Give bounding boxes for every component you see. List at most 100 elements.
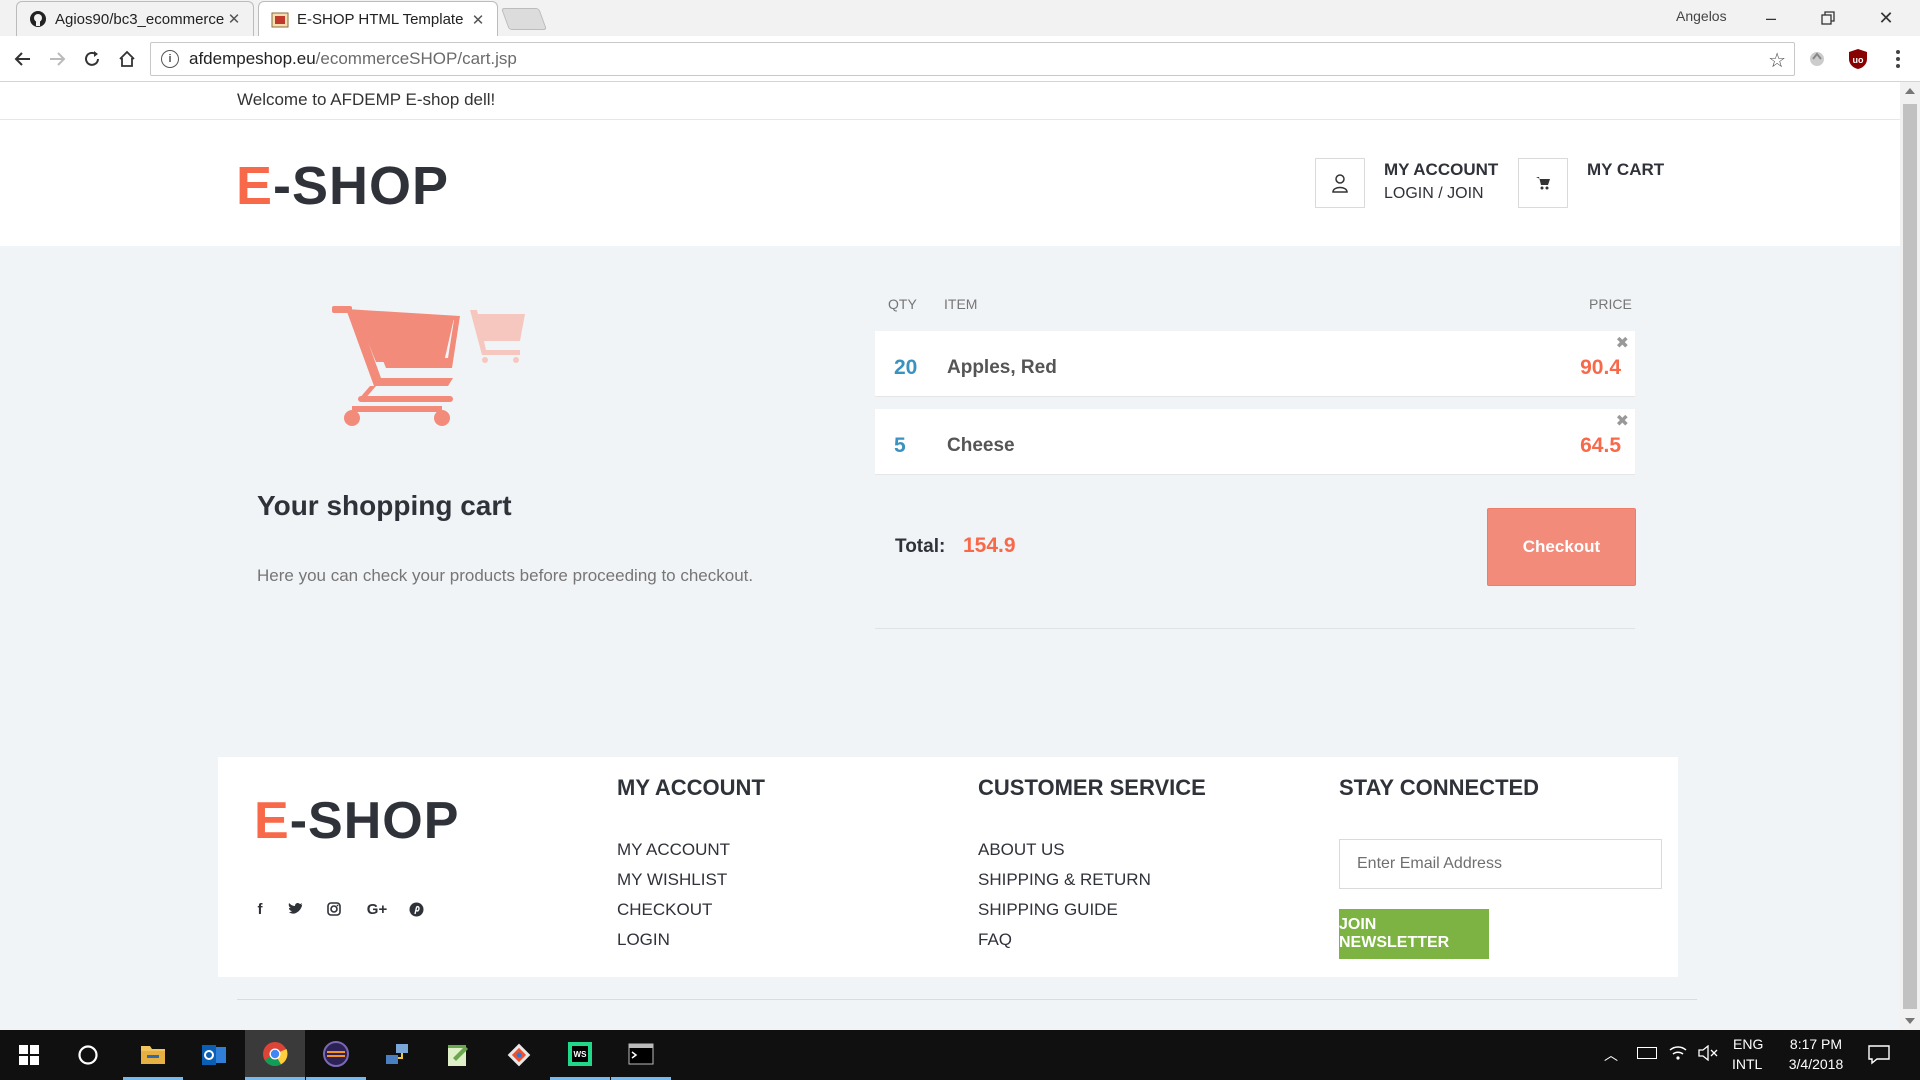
item-price: 64.5 (1580, 434, 1621, 457)
top-bar: Welcome to AFDEMP E-shop dell! (0, 82, 1900, 120)
column-header-price: PRICE (1589, 296, 1632, 312)
language-indicator[interactable]: ENG (1733, 1036, 1763, 1052)
action-center-icon[interactable] (1868, 1045, 1890, 1065)
footer-link-checkout[interactable]: CHECKOUT (617, 900, 712, 920)
footer-link-login[interactable]: LOGIN (617, 930, 670, 950)
cart-section: Your shopping cart Here you can check yo… (0, 246, 1900, 799)
git-client-icon[interactable] (489, 1030, 549, 1080)
keyboard-layout[interactable]: INTL (1732, 1056, 1762, 1072)
footer-account-heading: MY ACCOUNT (617, 775, 765, 800)
item-price: 90.4 (1580, 356, 1621, 379)
bookmark-star-icon[interactable]: ☆ (1768, 48, 1786, 73)
user-icon (1332, 174, 1348, 193)
login-join-link[interactable]: LOGIN / JOIN (1384, 185, 1484, 203)
footer-link-about-us[interactable]: ABOUT US (978, 840, 1065, 860)
item-name[interactable]: Cheese (947, 435, 1015, 457)
info-icon[interactable]: i (161, 50, 179, 68)
my-account-title[interactable]: MY ACCOUNT (1384, 160, 1498, 180)
chrome-icon[interactable] (245, 1030, 305, 1080)
facebook-icon[interactable]: f (248, 897, 272, 921)
github-icon (29, 10, 47, 28)
close-icon[interactable]: ✕ (225, 10, 243, 28)
home-icon[interactable] (112, 44, 142, 74)
close-icon[interactable]: ✕ (469, 11, 487, 29)
item-name[interactable]: Apples, Red (947, 357, 1057, 379)
pinterest-icon[interactable] (404, 897, 428, 921)
back-icon[interactable] (8, 44, 38, 74)
cart-item-row: 20 Apples, Red 90.4 ✖ (875, 331, 1635, 397)
footer-connect-heading: STAY CONNECTED (1339, 775, 1540, 800)
remove-item-icon[interactable]: ✖ (1616, 333, 1629, 353)
wifi-icon[interactable] (1668, 1044, 1688, 1062)
welcome-text: Welcome to AFDEMP E-shop dell! (237, 90, 496, 109)
footer-link-faq[interactable]: FAQ (978, 930, 1012, 950)
site-logo[interactable]: E-SHOP (236, 155, 449, 217)
account-button[interactable] (1315, 158, 1365, 208)
file-explorer-icon[interactable] (123, 1030, 183, 1080)
eclipse-icon[interactable] (306, 1030, 366, 1080)
tab-github[interactable]: Agios90/bc3_ecommerce ✕ (16, 1, 254, 36)
column-header-qty: QTY (888, 296, 917, 312)
checkout-button[interactable]: Checkout (1487, 508, 1636, 586)
google-plus-icon[interactable]: G+ (362, 897, 392, 921)
my-cart-title[interactable]: MY CART (1587, 160, 1664, 180)
browser-toolbar: i afdempeshop.eu/ecommerceSHOP/cart.jsp … (0, 36, 1920, 82)
profile-name[interactable]: Angelos (1676, 8, 1727, 24)
scrollbar-thumb[interactable] (1903, 104, 1917, 1009)
outlook-icon[interactable] (184, 1030, 244, 1080)
address-bar[interactable]: i afdempeshop.eu/ecommerceSHOP/cart.jsp … (150, 42, 1795, 76)
scroll-up-icon[interactable] (1905, 88, 1915, 94)
clock-date[interactable]: 3/4/2018 (1780, 1056, 1852, 1072)
total-value: 154.9 (963, 534, 1016, 557)
webstorm-icon[interactable]: WS (550, 1030, 610, 1080)
battery-icon[interactable] (1637, 1047, 1657, 1059)
svg-text:WS: WS (574, 1050, 588, 1059)
site-favicon-icon (271, 11, 289, 29)
footer-logo[interactable]: E-SHOP (254, 791, 459, 851)
cart-icon (1536, 177, 1550, 190)
cart-divider (875, 628, 1635, 629)
network-tool-icon[interactable] (367, 1030, 427, 1080)
new-tab-button[interactable] (500, 8, 548, 30)
windows-start-icon[interactable] (0, 1030, 58, 1080)
page-scrollbar[interactable] (1900, 82, 1920, 1030)
instagram-icon[interactable] (322, 897, 346, 921)
site-header: E-SHOP MY ACCOUNT LOGIN / JOIN MY CART (0, 120, 1900, 246)
volume-muted-icon[interactable] (1698, 1045, 1718, 1061)
twitter-icon[interactable] (284, 897, 308, 921)
tab-eshop[interactable]: E-SHOP HTML Template ✕ (258, 1, 498, 37)
minimize-icon[interactable]: – (1751, 4, 1791, 32)
forward-icon[interactable] (42, 44, 72, 74)
site-footer: E-SHOP f G+ MY ACCOUNT MY ACCOUNT MY WIS… (218, 757, 1678, 977)
footer-link-my-wishlist[interactable]: MY WISHLIST (617, 870, 727, 890)
scroll-down-icon[interactable] (1905, 1018, 1915, 1024)
window-close-icon[interactable]: ✕ (1866, 4, 1906, 32)
cart-item-row: 5 Cheese 64.5 ✖ (875, 409, 1635, 475)
tab-label: Agios90/bc3_ecommerce (55, 10, 225, 28)
tray-chevron-icon[interactable]: ︿ (1604, 1045, 1618, 1065)
join-newsletter-button[interactable]: JOIN NEWSLETTER (1339, 909, 1489, 959)
ublock-icon[interactable]: uo (1845, 46, 1871, 72)
column-header-item: ITEM (944, 296, 978, 312)
remove-item-icon[interactable]: ✖ (1616, 411, 1629, 431)
url-text: afdempeshop.eu/ecommerceSHOP/cart.jsp (189, 49, 517, 68)
extension-icon[interactable] (1804, 46, 1830, 72)
notepadpp-icon[interactable] (428, 1030, 488, 1080)
shopping-cart-illustration-icon (332, 306, 525, 426)
clock-time[interactable]: 8:17 PM (1786, 1036, 1846, 1052)
reload-icon[interactable] (77, 44, 107, 74)
footer-link-shipping-guide[interactable]: SHIPPING GUIDE (978, 900, 1118, 920)
windows-taskbar: WS ︿ ENG INTL 8:17 PM 3/4/2018 (0, 1030, 1920, 1080)
footer-link-my-account[interactable]: MY ACCOUNT (617, 840, 730, 860)
item-qty: 20 (894, 356, 918, 379)
footer-rule (237, 999, 1697, 1000)
restore-icon[interactable] (1808, 4, 1848, 32)
terminal-icon[interactable] (611, 1030, 671, 1080)
item-qty: 5 (894, 434, 906, 457)
menu-kebab-icon[interactable] (1885, 46, 1911, 72)
cart-button[interactable] (1518, 158, 1568, 208)
footer-link-shipping-return[interactable]: SHIPPING & RETURN (978, 870, 1151, 890)
cortana-search-icon[interactable] (58, 1030, 118, 1080)
tab-label: E-SHOP HTML Template (297, 11, 464, 28)
newsletter-email-input[interactable] (1339, 839, 1662, 889)
